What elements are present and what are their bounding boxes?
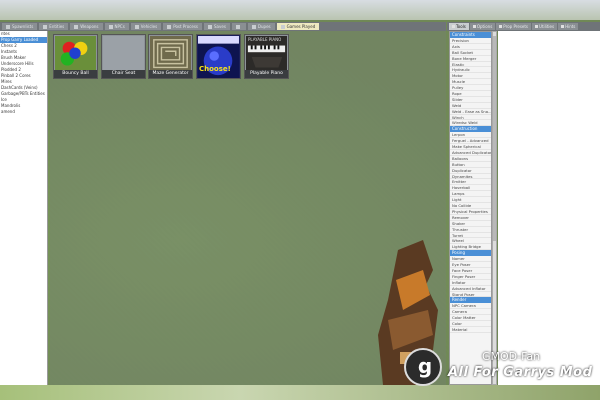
spawn-thumbnail[interactable]: Bouncy Ball — [53, 34, 98, 79]
spawnmenu-tabbar: Spawnlists Entities Weapons NPCs Vehicles Pos… — [0, 22, 446, 31]
tab-label: Prop Presets — [503, 24, 529, 29]
tab-label: Weapons — [80, 24, 99, 29]
tab-4[interactable]: Vehicles — [130, 23, 162, 30]
tool-properties-panel — [498, 31, 600, 385]
thumbnail-caption: Playable Piano — [245, 70, 288, 78]
tab-icon — [74, 24, 79, 29]
watermark-title: GMOD-Fan — [482, 350, 541, 363]
tab-icon — [6, 24, 10, 29]
spawnlist-item[interactable]: Garbage/PBTs Entities — [0, 91, 47, 97]
tab-icon — [167, 24, 172, 29]
thumbnail-banner: PLAYABLE PIANO — [248, 37, 282, 42]
tab-icon — [134, 24, 139, 29]
tab-icon — [561, 25, 565, 28]
tab-0[interactable]: Spawnlists — [2, 23, 38, 30]
tab-7[interactable] — [231, 23, 246, 30]
tab-icon — [472, 25, 476, 28]
tab-icon — [251, 24, 256, 29]
tool-item[interactable]: Physical Properties — [450, 209, 491, 215]
tool-tab-4[interactable]: Hints — [558, 23, 579, 30]
spawnlist-panel: ntes Prop Garry Loaded Chess 2 Instants Brus… — [0, 31, 48, 385]
tool-tab-1[interactable]: Options — [469, 23, 496, 30]
tool-tab-3[interactable]: Utilities — [532, 23, 558, 30]
tab-8[interactable]: Dupes — [247, 23, 275, 30]
thumbnail-caption: Maze Generator — [149, 70, 192, 78]
thumbnail-caption: Chair Seat — [102, 70, 145, 78]
scrollbar-thumb[interactable] — [493, 36, 496, 241]
tab-label: Post Process — [173, 24, 199, 29]
thumbnail-banner: Choose! — [199, 65, 231, 73]
tab-label: Entities — [49, 24, 65, 29]
tab-label: Options — [476, 24, 493, 29]
tool-tabbar: Tools Options Prop Presets Utilities Hints — [447, 22, 600, 31]
tab-label: Vehicles — [140, 24, 158, 29]
tab-label: NPCs — [114, 24, 125, 29]
tab-icon — [535, 25, 539, 28]
sky-strip — [0, 0, 600, 20]
tab-1[interactable]: Entities — [39, 23, 69, 30]
tab-icon — [452, 25, 455, 28]
tab-icon — [208, 24, 213, 29]
watermark: g GMOD-Fan All For Garrys Mod — [404, 348, 600, 388]
tab-icon — [235, 24, 240, 29]
tab-icon — [499, 25, 503, 28]
blank-image — [103, 36, 144, 70]
tab-label: Games Played — [286, 24, 316, 29]
tab-5[interactable]: Post Process — [163, 23, 203, 30]
spawn-thumbnail[interactable]: Maze Generator — [148, 34, 193, 79]
tab-3[interactable]: NPCs — [104, 23, 129, 30]
spawnlist-item[interactable]: amend — [0, 109, 47, 115]
tool-tab-2[interactable]: Prop Presets — [496, 23, 532, 30]
tool-item[interactable]: Material — [450, 327, 491, 333]
tab-icon — [108, 24, 113, 29]
tab-9[interactable]: Games Played — [276, 23, 320, 30]
tool-item[interactable]: Weld - Ease as Sna... — [450, 109, 491, 115]
gmod-logo-icon: g — [404, 348, 442, 386]
spawn-thumbnail[interactable]: PLAYABLE PIANO Playable Piano — [244, 34, 289, 79]
tool-item[interactable]: Advanced Inflator — [450, 286, 491, 292]
spawn-thumbnail[interactable]: Choose! — [196, 34, 241, 79]
bouncy-ball-icon — [55, 36, 96, 72]
tab-label: Dupes — [257, 24, 271, 29]
tab-2[interactable]: Weapons — [70, 23, 103, 30]
tool-list-scrollbar[interactable] — [492, 31, 497, 385]
tab-label: Tools — [456, 24, 466, 29]
tab-icon — [280, 24, 285, 29]
watermark-subtitle: All For Garrys Mod — [448, 365, 593, 380]
thumbnail-caption: Bouncy Ball — [54, 70, 97, 78]
tool-tab-0[interactable]: Tools — [449, 23, 469, 30]
spawn-thumbnail[interactable]: Chair Seat — [101, 34, 146, 79]
tool-list-panel: Constraints Precision Axis Ball Socket Bone … — [449, 31, 492, 385]
tab-label: Utilities — [539, 24, 555, 29]
tab-icon — [43, 24, 48, 29]
tab-6[interactable]: Saves — [204, 23, 230, 30]
tab-label: Hints — [565, 24, 576, 29]
maze-icon — [150, 36, 191, 72]
tab-label: Saves — [214, 24, 226, 29]
tab-label: Spawnlists — [12, 24, 34, 29]
